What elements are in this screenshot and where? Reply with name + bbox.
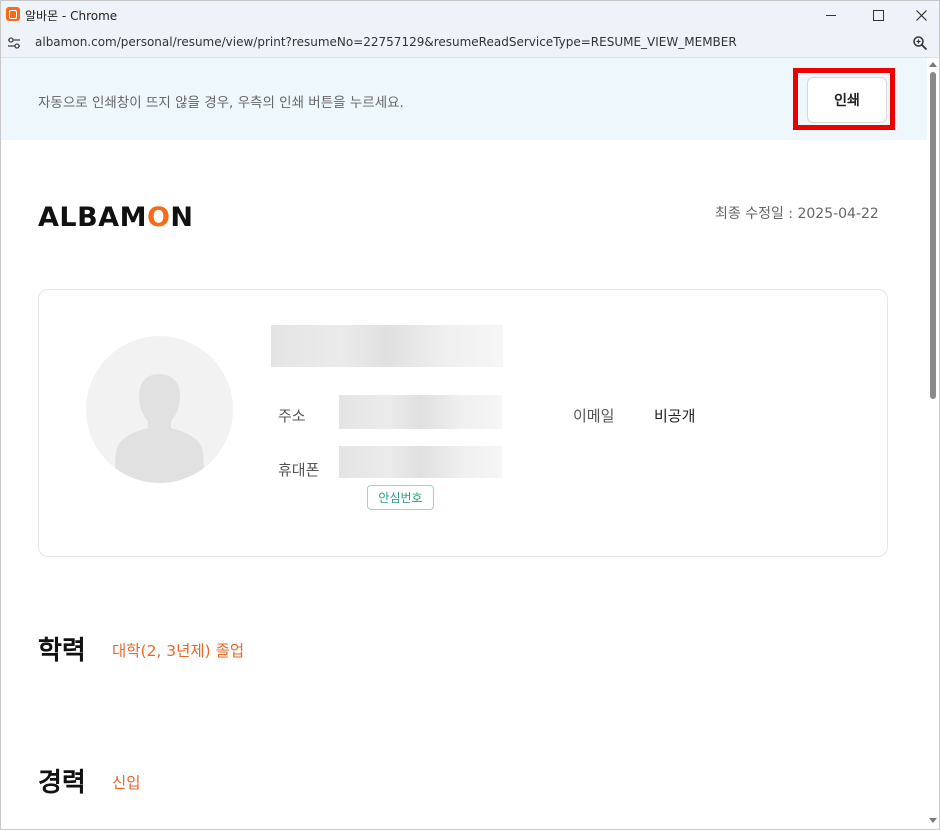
window-title: 알바몬 - Chrome [25, 9, 118, 23]
vertical-scrollbar[interactable] [927, 58, 939, 829]
phone-redacted [339, 446, 502, 478]
close-button[interactable] [903, 1, 939, 29]
address-label: 주소 [278, 407, 306, 425]
address-bar: albamon.com/personal/resume/view/print?r… [1, 29, 939, 58]
career-value: 신입 [112, 774, 141, 792]
profile-card: 주소 휴대폰 안심번호 이메일 비공개 [38, 289, 888, 557]
albamon-favicon-icon [6, 7, 20, 21]
scroll-down-arrow-icon[interactable] [929, 818, 937, 823]
minimize-icon [826, 14, 836, 16]
safe-number-badge: 안심번호 [367, 485, 434, 510]
career-title: 경력 [38, 768, 86, 798]
browser-window: 알바몬 - Chrome albamon.com/personal/resume… [0, 0, 940, 830]
email-label: 이메일 [573, 407, 615, 425]
address-redacted [339, 395, 502, 429]
education-title: 학력 [38, 636, 86, 666]
minimize-button[interactable] [813, 1, 849, 29]
last-modified-date: 최종 수정일 : 2025-04-22 [715, 206, 879, 222]
email-value: 비공개 [654, 407, 696, 425]
maximize-button[interactable] [860, 1, 896, 29]
print-notice-bar: 자동으로 인쇄창이 뜨지 않을 경우, 우측의 인쇄 버튼을 누르세요. [1, 58, 927, 140]
print-notice-text: 자동으로 인쇄창이 뜨지 않을 경우, 우측의 인쇄 버튼을 누르세요. [38, 95, 404, 111]
education-value: 대학(2, 3년제) 졸업 [112, 642, 245, 660]
page-viewport: 자동으로 인쇄창이 뜨지 않을 경우, 우측의 인쇄 버튼을 누르세요. 인쇄 … [1, 58, 939, 829]
maximize-icon [872, 9, 884, 21]
avatar [86, 336, 233, 483]
scroll-up-arrow-icon[interactable] [929, 62, 937, 67]
name-redacted [271, 325, 503, 367]
site-info-icon[interactable] [7, 36, 21, 50]
title-bar: 알바몬 - Chrome [1, 1, 939, 29]
close-icon [915, 9, 927, 21]
albamon-logo: ALBAMON [38, 202, 194, 233]
person-silhouette-icon [115, 374, 204, 483]
phone-label: 휴대폰 [278, 461, 320, 479]
print-button[interactable]: 인쇄 [807, 77, 887, 123]
scroll-thumb[interactable] [930, 72, 936, 399]
url-field[interactable]: albamon.com/personal/resume/view/print?r… [35, 35, 737, 49]
zoom-icon[interactable] [912, 35, 928, 51]
